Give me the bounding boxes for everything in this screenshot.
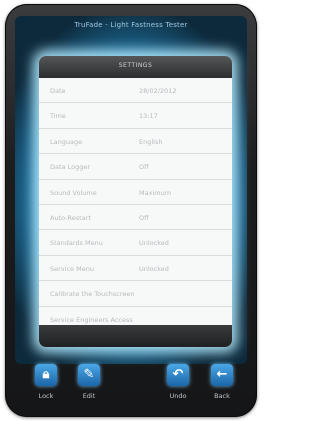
device-frame: TruFade - Light Fastness Tester SETTINGS… xyxy=(5,4,257,417)
lock-label: Lock xyxy=(38,392,54,400)
row-label: Calibrate the Touchscreen xyxy=(50,290,135,299)
row-label: Date xyxy=(50,87,66,95)
edit-button[interactable]: ✎ Edit xyxy=(74,364,104,400)
row-value: Unlocked xyxy=(139,264,169,273)
row-label: Auto-Restart xyxy=(50,213,91,222)
settings-row-calibrate-touchscreen[interactable]: Calibrate the Touchscreen xyxy=(39,281,232,307)
settings-row-data-logger[interactable]: Data Logger Off xyxy=(39,154,232,180)
settings-panel: SETTINGS Date 28/02/2012 Time 13:17 Lang… xyxy=(39,56,232,347)
row-label: Service Menu xyxy=(50,264,94,273)
settings-row-date[interactable]: Date 28/02/2012 xyxy=(39,78,232,104)
edit-label: Edit xyxy=(82,392,96,400)
row-label: Service Engineers Access xyxy=(50,315,133,324)
row-label: Data Logger xyxy=(50,163,90,172)
undo-label: Undo xyxy=(169,392,187,400)
row-value: 13:17 xyxy=(139,112,158,121)
row-value: Off xyxy=(139,213,149,222)
row-value: Maximum xyxy=(139,188,172,197)
lock-button[interactable]: 🔒︎ Lock xyxy=(31,364,61,400)
row-label: Language xyxy=(50,137,83,146)
settings-row-auto-restart[interactable]: Auto-Restart Off xyxy=(39,205,232,231)
undo-arrow-icon: ↶ xyxy=(167,364,189,386)
row-value: 28/02/2012 xyxy=(139,87,177,95)
lock-icon: 🔒︎ xyxy=(35,364,57,386)
back-arrow-icon: ← xyxy=(211,364,233,386)
row-value: Unlocked xyxy=(139,239,169,248)
settings-heading: SETTINGS xyxy=(39,56,232,78)
pencil-icon: ✎ xyxy=(78,364,100,386)
row-value: English xyxy=(139,137,163,146)
settings-footer xyxy=(39,325,232,347)
row-label: Time xyxy=(50,112,66,121)
back-label: Back xyxy=(214,392,230,400)
settings-row-language[interactable]: Language English xyxy=(39,129,232,155)
row-value: Off xyxy=(139,163,149,172)
settings-row-standards-menu[interactable]: Standards Menu Unlocked xyxy=(39,230,232,256)
row-label: Sound Volume xyxy=(50,188,97,197)
undo-button[interactable]: ↶ Undo xyxy=(163,364,193,400)
settings-row-sound-volume[interactable]: Sound Volume Maximum xyxy=(39,180,232,205)
app-title: TruFade - Light Fastness Tester xyxy=(74,21,188,29)
bottom-toolbar: 🔒︎ Lock ✎ Edit ↶ Undo ← Back xyxy=(5,364,257,414)
settings-row-service-menu[interactable]: Service Menu Unlocked xyxy=(39,256,232,282)
back-button[interactable]: ← Back xyxy=(207,364,237,400)
settings-row-time[interactable]: Time 13:17 xyxy=(39,103,232,129)
row-label: Standards Menu xyxy=(50,239,103,248)
